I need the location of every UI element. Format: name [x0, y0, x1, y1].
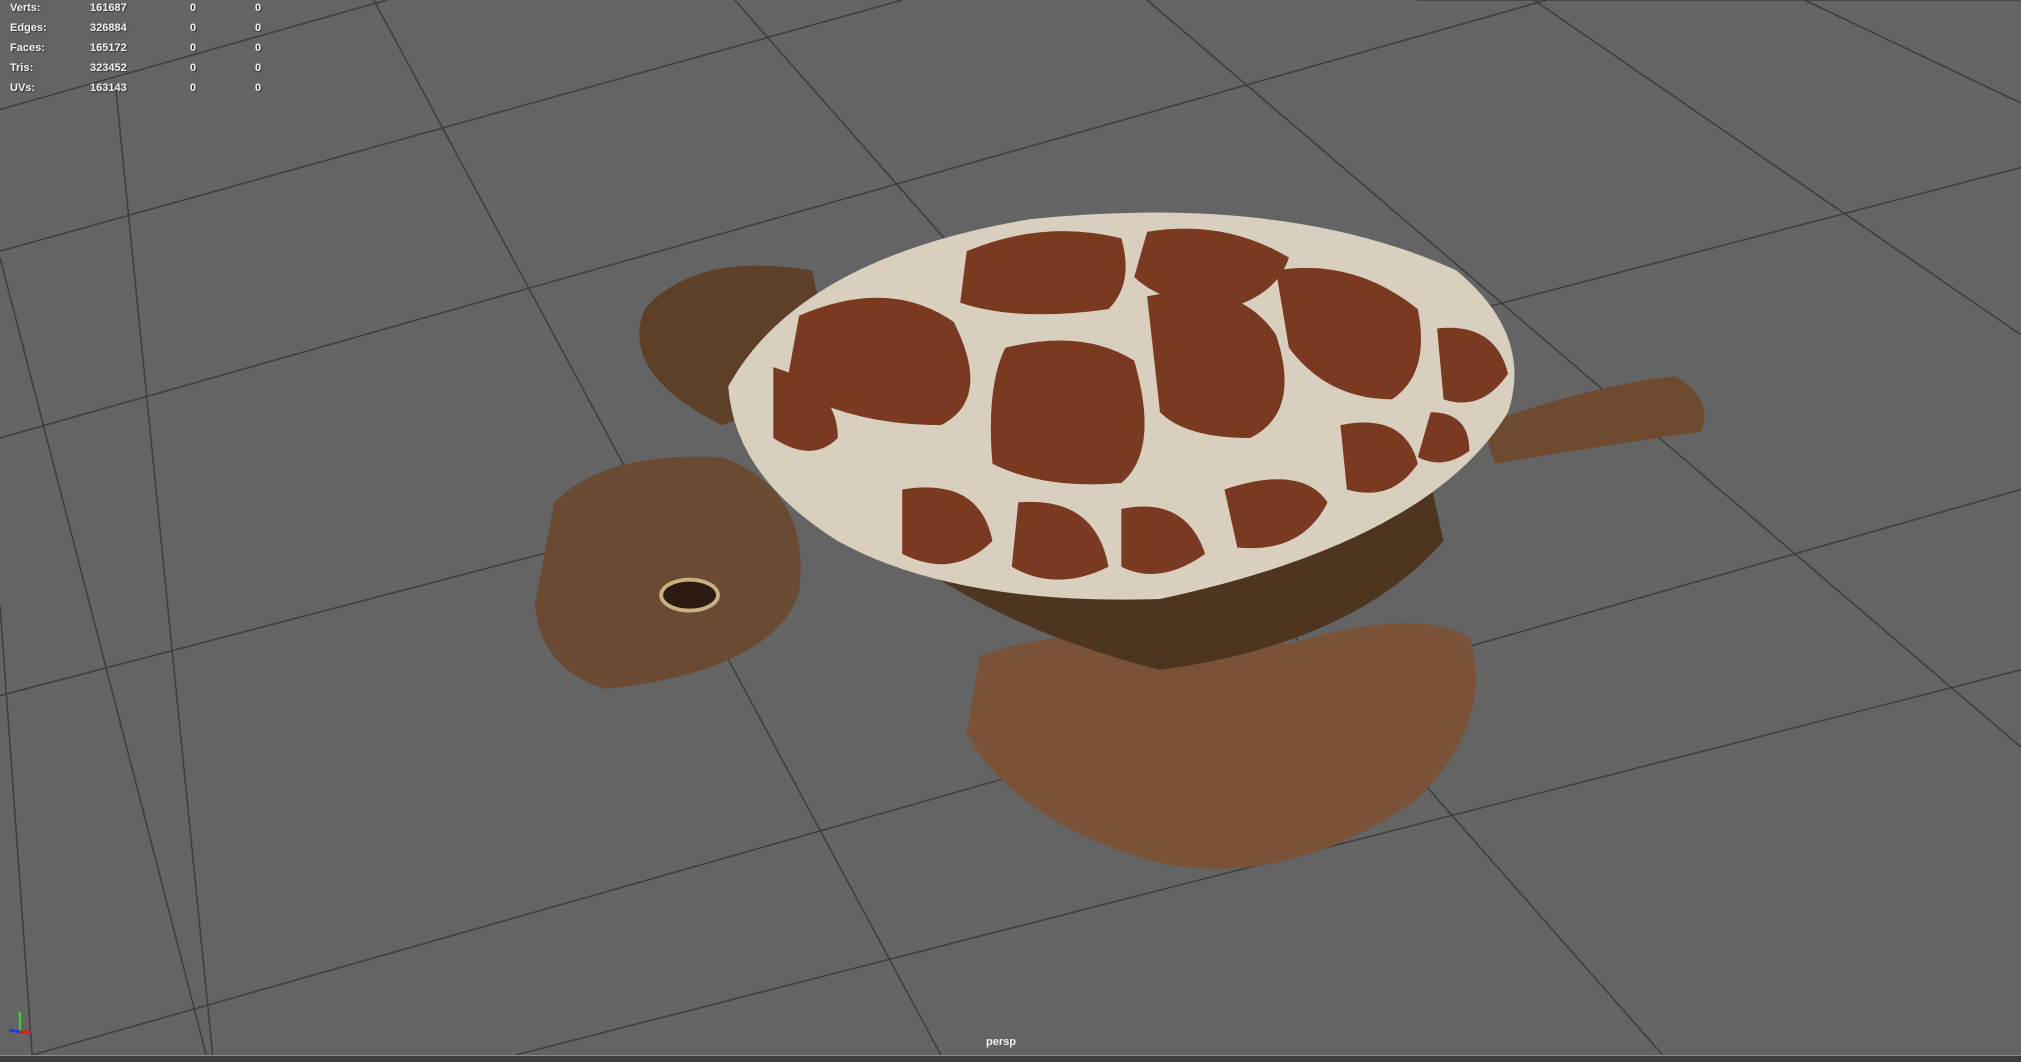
hud-selected-2: 0	[255, 42, 262, 54]
axis-gizmo-icon: y	[8, 1009, 31, 1034]
hud-label: Tris:	[10, 62, 34, 74]
hud-row-uvs: UVs: 163143 0 0	[10, 78, 295, 98]
hud-selected: 0	[190, 42, 197, 54]
hud-selected: 0	[190, 62, 197, 74]
right-front-flipper	[966, 622, 1476, 869]
hud-value: 326884	[90, 22, 127, 34]
hud-row-edges: Edges: 326884 0 0	[10, 18, 295, 38]
hud-row-faces: Faces: 165172 0 0	[10, 38, 295, 58]
hud-selected: 0	[190, 82, 197, 94]
3d-viewport[interactable]: Verts: 161687 0 0 Edges: 326884 0 0 Faces: 1651…	[0, 0, 2021, 1056]
hud-label: UVs:	[10, 82, 36, 94]
hud-value: 163143	[90, 82, 127, 94]
svg-text:y: y	[17, 1009, 21, 1017]
hud-selected-2: 0	[255, 82, 262, 94]
hud-row-verts: Verts: 161687 0 0	[10, 0, 295, 18]
rear-flipper	[1482, 376, 1705, 464]
hud-label: Edges:	[10, 22, 47, 34]
viewport-canvas	[0, 0, 2021, 1056]
hud-value: 165172	[90, 42, 127, 54]
hud-row-tris: Tris: 323452 0 0	[10, 58, 295, 78]
hud-label: Verts:	[10, 2, 41, 14]
hud-selected-2: 0	[255, 62, 262, 74]
hud-label: Faces:	[10, 42, 45, 54]
head	[534, 456, 801, 690]
camera-name-label: persp	[986, 1036, 1016, 1048]
hud-value: 161687	[90, 2, 127, 14]
hud-selected: 0	[190, 22, 197, 34]
hud-value: 323452	[90, 62, 127, 74]
hud-selected: 0	[190, 2, 197, 14]
hud-selected-2: 0	[255, 22, 262, 34]
hud-selected-2: 0	[255, 2, 262, 14]
poly-count-hud: Verts: 161687 0 0 Edges: 326884 0 0 Faces: 1651…	[10, 0, 295, 98]
eye	[659, 577, 720, 613]
turtle-model	[534, 212, 1705, 869]
